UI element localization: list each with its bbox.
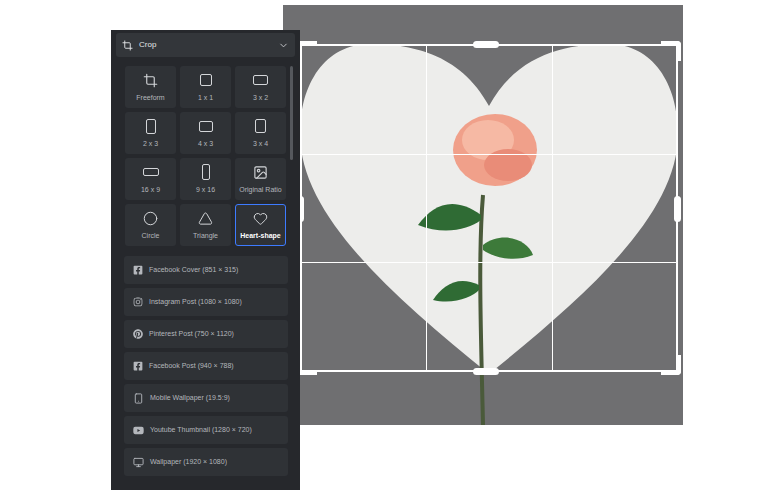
aspect-rect-icon	[255, 119, 266, 133]
heart-icon	[253, 211, 268, 226]
ratio-tile[interactable]: Triangle	[180, 204, 231, 246]
youtube-icon	[133, 425, 144, 436]
monitor-icon	[133, 457, 144, 468]
chevron-down-icon	[278, 40, 289, 51]
photo-canvas	[283, 5, 683, 425]
crop-icon	[122, 40, 133, 51]
ratio-tile[interactable]: Original Ratio	[235, 158, 286, 200]
ratio-tile[interactable]: 3 x 2	[235, 66, 286, 108]
ratio-tile[interactable]: Heart-shape	[235, 204, 286, 246]
preset-label: Instagram Post (1080 × 1080)	[149, 297, 242, 308]
scrollbar[interactable]	[290, 66, 293, 160]
ratio-tile[interactable]: Freeform	[125, 66, 176, 108]
circle-icon	[143, 211, 158, 226]
grid-line	[302, 154, 676, 155]
preset-label: Facebook Cover (851 × 315)	[149, 265, 238, 276]
ratio-label: 2 x 3	[143, 139, 158, 148]
preset-item[interactable]: Mobile Wallpaper (19.5:9)	[124, 384, 288, 412]
pinterest-icon	[133, 329, 143, 339]
ratio-label: 3 x 2	[253, 93, 268, 102]
ratio-label: 16 x 9	[141, 185, 160, 194]
top-handle[interactable]	[473, 41, 499, 48]
image-icon	[253, 165, 268, 180]
corner-handle[interactable]	[661, 41, 681, 61]
ratio-label: 1 x 1	[198, 93, 213, 102]
ratio-label: Original Ratio	[239, 185, 281, 194]
ratio-label: Triangle	[193, 231, 218, 240]
corner-handle[interactable]	[661, 355, 681, 375]
ratio-tile[interactable]: 3 x 4	[235, 112, 286, 154]
aspect-rect-icon	[200, 74, 212, 86]
ratio-tile[interactable]: 2 x 3	[125, 112, 176, 154]
aspect-rect-icon	[146, 119, 156, 134]
grid-line	[426, 46, 427, 370]
ratio-label: Heart-shape	[240, 231, 280, 240]
preset-item[interactable]: Wallpaper (1920 × 1080)	[124, 448, 288, 476]
aspect-rect-icon	[253, 75, 268, 85]
ratio-tile[interactable]: 9 x 16	[180, 158, 231, 200]
aspect-rect-icon	[202, 164, 210, 180]
bottom-handle[interactable]	[473, 368, 499, 375]
rose-photo	[283, 5, 683, 425]
preset-item[interactable]: Youtube Thumbnail (1280 × 720)	[124, 416, 288, 444]
triangle-icon	[198, 211, 213, 226]
preset-item[interactable]: Pinterest Post (750 × 1120)	[124, 320, 288, 348]
crop-panel: Crop Freeform 1 x 1 3 x 2 2 x 3 4 x 3 3 x 4 16 …	[111, 30, 300, 490]
corner-handle[interactable]	[297, 41, 317, 61]
panel-header[interactable]: Crop	[116, 33, 295, 57]
preset-label: Pinterest Post (750 × 1120)	[149, 329, 234, 340]
ratio-label: Circle	[142, 231, 160, 240]
aspect-rect-icon	[143, 168, 159, 176]
ratio-label: Freeform	[136, 93, 164, 102]
phone-icon	[133, 393, 144, 404]
facebook-icon	[133, 265, 143, 275]
crop-icon	[143, 73, 158, 88]
preset-label: Mobile Wallpaper (19.5:9)	[150, 393, 230, 404]
preset-label: Youtube Thumbnail (1280 × 720)	[150, 425, 252, 436]
heart-mask	[300, 44, 678, 374]
ratio-label: 3 x 4	[253, 139, 268, 148]
grid-line	[302, 262, 676, 263]
preset-label: Wallpaper (1920 × 1080)	[150, 457, 227, 468]
ratio-grid: Freeform 1 x 1 3 x 2 2 x 3 4 x 3 3 x 4 16 x 9 9…	[125, 66, 286, 246]
ratio-label: 4 x 3	[198, 139, 213, 148]
panel-title: Crop	[139, 39, 272, 51]
preset-label: Facebook Post (940 × 788)	[149, 361, 234, 372]
facebook-icon	[133, 361, 143, 371]
crop-box[interactable]	[300, 44, 678, 372]
ratio-tile[interactable]: 16 x 9	[125, 158, 176, 200]
ratio-tile[interactable]: 1 x 1	[180, 66, 231, 108]
preset-list: Facebook Cover (851 × 315) Instagram Post…	[116, 256, 295, 476]
ratio-label: 9 x 16	[196, 185, 215, 194]
ratio-tile[interactable]: Circle	[125, 204, 176, 246]
corner-handle[interactable]	[297, 355, 317, 375]
page: Crop Freeform 1 x 1 3 x 2 2 x 3 4 x 3 3 x 4 16 …	[0, 0, 762, 501]
grid-line	[552, 46, 553, 370]
instagram-icon	[133, 297, 143, 307]
ratio-section: Freeform 1 x 1 3 x 2 2 x 3 4 x 3 3 x 4 16 x 9 9…	[116, 66, 295, 246]
aspect-rect-icon	[199, 121, 213, 132]
preset-item[interactable]: Instagram Post (1080 × 1080)	[124, 288, 288, 316]
ratio-tile[interactable]: 4 x 3	[180, 112, 231, 154]
right-handle[interactable]	[674, 196, 681, 222]
preset-item[interactable]: Facebook Cover (851 × 315)	[124, 256, 288, 284]
preset-item[interactable]: Facebook Post (940 × 788)	[124, 352, 288, 380]
